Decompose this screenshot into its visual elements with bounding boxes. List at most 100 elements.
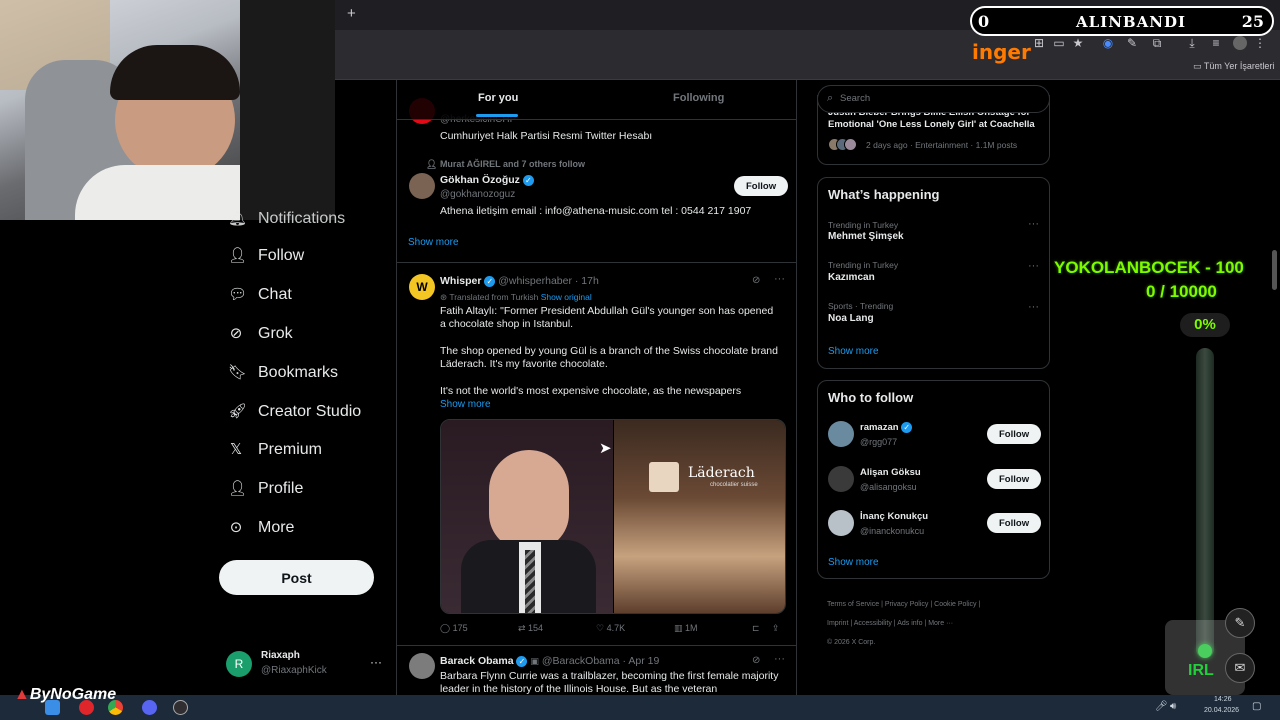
folder-icon: ▭ (1193, 61, 1204, 71)
user-name[interactable]: ramazan ✓ (860, 422, 913, 433)
obs-icon[interactable] (173, 700, 188, 715)
search-box[interactable]: ⌕ Search (817, 85, 1050, 113)
bookmark-star-icon[interactable]: ★ (1071, 36, 1085, 50)
views-button[interactable]: ▥ 1M (674, 623, 698, 634)
tweet-author[interactable]: Barack Obama ✓ ▣ @BarackObama · Apr 19 (440, 655, 659, 667)
trend-item[interactable]: Kazımcan (828, 272, 875, 283)
scrollbar-thumb[interactable] (1272, 250, 1277, 290)
nav-bookmarks[interactable]: 🔖︎ Bookmarks (228, 361, 338, 385)
edit-fab-icon[interactable]: ✎ (1225, 608, 1255, 638)
extension-icon[interactable]: ◉ (1101, 36, 1115, 50)
like-button[interactable]: ♡ 4.7K (596, 623, 625, 634)
chocolate-display (649, 462, 679, 492)
speaker-icon[interactable]: 🔊︎ (1170, 701, 1176, 712)
opera-icon[interactable] (79, 700, 94, 715)
webcam-cover (0, 0, 335, 220)
inger-overlay: inger (972, 40, 1031, 64)
search-icon: ⌕ (827, 92, 834, 104)
eyedropper-icon[interactable]: ✎ (1125, 36, 1139, 50)
verified-badge-icon: ✓ (522, 174, 534, 186)
avatar[interactable] (828, 466, 854, 492)
new-tab-button[interactable]: + (347, 5, 356, 22)
photo-shop[interactable]: Läderach chocolatier suisse (614, 420, 785, 613)
bookmarks-folder[interactable]: ▭ Tüm Yer İşaretleri (1193, 61, 1274, 72)
photo-man[interactable] (441, 420, 613, 613)
grok-analyze-icon[interactable]: ⊘ (752, 655, 760, 666)
tab-following[interactable]: Following (673, 92, 724, 104)
tweet-author[interactable]: Whisper ✓ @whisperhaber · 17h (440, 275, 599, 287)
x-logo-icon: 𝕏 (229, 441, 243, 458)
percent-badge: 0% (1180, 313, 1230, 337)
bookmark-button[interactable]: ⊏ (752, 623, 760, 634)
puzzle-icon[interactable]: ⧉ (1150, 36, 1164, 50)
tweet-show-more-link[interactable]: Show more (440, 399, 491, 410)
user-name[interactable]: Alişan Göksu (860, 467, 921, 478)
ellipsis-icon: ··· (370, 655, 382, 669)
show-more-link[interactable]: Show more (828, 557, 879, 568)
windows-start-icon[interactable] (45, 700, 60, 715)
repost-button[interactable]: ⇄ 154 (518, 623, 543, 634)
nav-follow[interactable]: 👤︎ Follow (228, 244, 304, 268)
ellipsis-icon[interactable]: ··· (1028, 301, 1039, 313)
bookmarks-bar: ▭ Tüm Yer İşaretleri (335, 56, 1280, 80)
media-icon[interactable]: ≡ (1209, 36, 1223, 50)
taskbar: ▲ByNoGame 14:26 20.04.2026 (0, 686, 1280, 720)
account-switcher[interactable]: R Riaxaph @RiaxaphKick ··· (226, 650, 386, 678)
menu-icon[interactable]: ⋮ (1253, 36, 1267, 50)
chrome-icon[interactable] (108, 700, 123, 715)
person-icon: 👤︎ (426, 159, 440, 169)
grok-icon: ⊘ (229, 325, 243, 342)
grok-analyze-icon[interactable]: ⊘ (752, 275, 760, 286)
share-icon[interactable]: ⇪ (772, 623, 780, 634)
show-more-link[interactable]: Show more (408, 237, 459, 248)
microphone-icon[interactable]: 🎤︎ (1155, 701, 1168, 712)
ellipsis-icon[interactable]: ··· (1028, 260, 1039, 272)
reply-button[interactable]: ◯ 175 (440, 623, 468, 634)
user-name[interactable]: İnanç Konukçu (860, 511, 928, 522)
nav-premium[interactable]: 𝕏 Premium (228, 438, 322, 462)
trend-item[interactable]: Mehmet Şimşek (828, 231, 904, 242)
person-plus-icon: 👤︎ (228, 247, 248, 264)
show-more-link[interactable]: Show more (828, 346, 879, 357)
trend-item[interactable]: Noa Lang (828, 313, 874, 324)
follow-button[interactable]: Follow (987, 469, 1042, 489)
cast-icon[interactable]: ▭ (1052, 36, 1066, 50)
ellipsis-icon[interactable]: ··· (774, 273, 785, 285)
post-button[interactable]: Post (219, 560, 374, 595)
avatar[interactable] (828, 510, 854, 536)
message-fab-icon[interactable]: ✉ (1225, 653, 1255, 683)
ellipsis-icon[interactable]: ··· (1028, 218, 1039, 230)
person-icon: 👤︎ (228, 480, 248, 497)
heart-icon: ♡ (596, 623, 607, 633)
tweet-media[interactable]: Läderach chocolatier suisse (440, 419, 786, 614)
avatar (844, 138, 857, 151)
alinbandi-bar: 0 ALINBANDI 25 (970, 6, 1274, 36)
tweet-text: Barbara Flynn Currie was a trailblazer, … (440, 670, 779, 695)
nav-chat[interactable]: 💬︎ Chat (228, 283, 292, 307)
yokolanbocek-overlay: YOKOLANBOCEK - 100 0 / 10000 (1054, 258, 1244, 301)
avatar[interactable] (828, 421, 854, 447)
notification-center-icon[interactable]: ▢ (1252, 701, 1261, 712)
nav-profile[interactable]: 👤︎ Profile (228, 477, 303, 501)
bynogame-watermark: ▲ByNoGame (14, 686, 117, 703)
avatar[interactable] (409, 653, 435, 679)
social-context: 👤︎ Murat AĞIREL and 7 others follow (426, 159, 585, 169)
discord-icon[interactable] (142, 700, 157, 715)
follow-button[interactable]: Follow (734, 176, 789, 196)
follow-button[interactable]: Follow (987, 424, 1042, 444)
nav-creator-studio[interactable]: 🚀︎ Creator Studio (228, 400, 361, 424)
user-name[interactable]: Gökhan Özoğuz ✓ (440, 174, 534, 186)
tweet-actions: ◯ 175 ⇄ 154 ♡ 4.7K ▥ 1M ⊏ ⇪ (440, 623, 790, 637)
whisper-logo-icon[interactable]: W (409, 274, 435, 300)
follow-button[interactable]: Follow (987, 513, 1042, 533)
profile-avatar-icon[interactable] (1233, 36, 1247, 50)
avatar[interactable] (409, 173, 435, 199)
ellipsis-icon[interactable]: ··· (774, 653, 785, 665)
reply-icon: ◯ (440, 623, 453, 633)
nav-more[interactable]: ⊙ More (228, 516, 295, 540)
tab-for-you[interactable]: For you (478, 92, 518, 104)
translate-icon[interactable]: ⊞ (1032, 36, 1046, 50)
show-original-link[interactable]: Show original (541, 292, 592, 302)
nav-grok[interactable]: ⊘ Grok (228, 322, 293, 346)
download-icon[interactable]: ⤓ (1185, 36, 1199, 50)
